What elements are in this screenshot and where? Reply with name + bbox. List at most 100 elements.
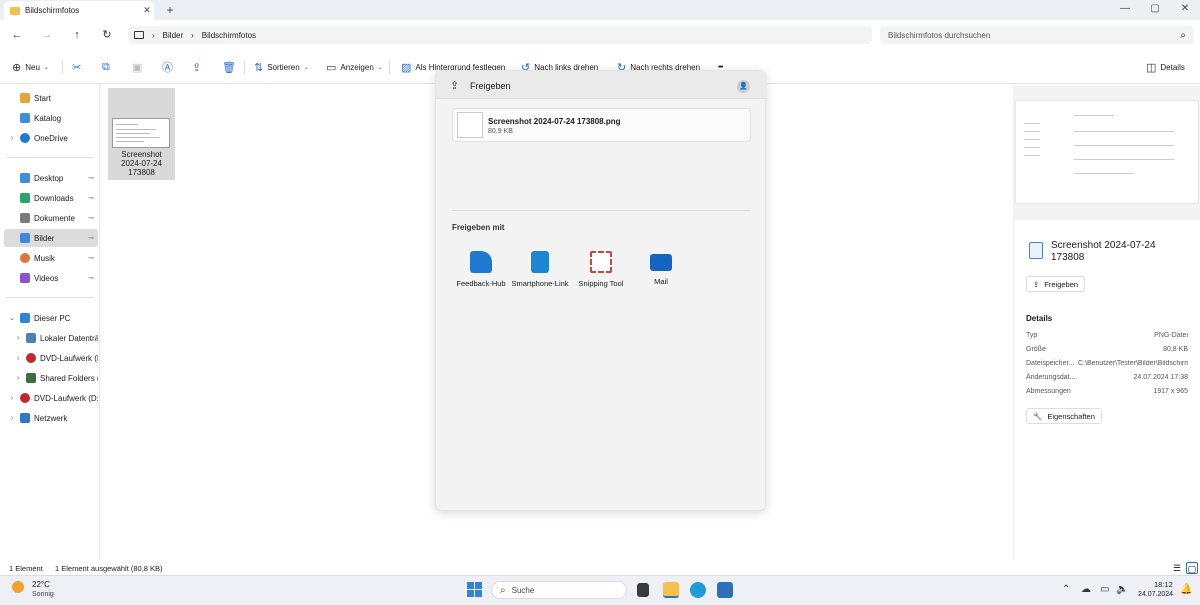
sidebar-item-netzwerk[interactable]: › Netzwerk — [4, 409, 98, 427]
share-app-feedback-hub[interactable]: Feedback-Hub — [451, 251, 511, 288]
sidebar-item-bilder[interactable]: Bilder ⊸ — [4, 229, 98, 247]
sidebar-item-musik[interactable]: Musik ⊸ — [4, 249, 98, 267]
weather-condition[interactable]: Sonnig — [32, 591, 54, 598]
forward-button[interactable]: → — [37, 27, 57, 43]
sidebar-item-dokumente[interactable]: Dokumente ⊸ — [4, 209, 98, 227]
sidebar-item-dieser-pc[interactable]: ⌄ Dieser PC — [4, 309, 98, 327]
rename-button[interactable]: Ⓐ — [162, 58, 173, 76]
details-share-button[interactable]: ⇪ Freigeben — [1026, 276, 1086, 292]
clock-time[interactable]: 18:12 — [1154, 580, 1173, 589]
list-view-icon[interactable]: ☰ — [1171, 562, 1183, 574]
share-icon: ⇪ — [450, 80, 460, 92]
breadcrumb-bildschirmfotos[interactable]: Bildschirmfotos — [202, 31, 256, 40]
share-button[interactable]: ⇪ — [192, 58, 201, 76]
sidebar-item-videos[interactable]: Videos ⊸ — [4, 269, 98, 287]
sidebar-item-dvd-laufwerk[interactable]: › DVD-Laufwerk (D:) — [10, 349, 98, 367]
app-label: Smartphone-Link — [511, 279, 569, 288]
close-window-button[interactable]: ✕ — [1170, 0, 1200, 20]
tiles-view-icon[interactable]: ▢ — [1186, 562, 1198, 574]
monitor-icon — [134, 31, 144, 39]
sun-icon[interactable] — [12, 581, 24, 593]
details-toggle-button[interactable]: ◫ Details — [1146, 58, 1185, 76]
pin-icon: ⊸ — [88, 235, 94, 242]
breadcrumb-sep: › — [191, 30, 194, 40]
share-icon: ⇪ — [192, 61, 202, 74]
sidebar-item-katalog[interactable]: Katalog — [4, 109, 98, 127]
desktop-icon — [20, 173, 30, 183]
sort-button[interactable]: ⇅ Sortieren ⌄ — [254, 58, 309, 76]
chevron-right-icon[interactable]: › — [8, 415, 16, 422]
share-app-mail[interactable]: Mail — [631, 251, 691, 286]
refresh-button[interactable]: ↻ — [97, 27, 117, 43]
scissors-icon: ✂ — [72, 61, 82, 74]
wrench-icon: 🔧 — [1033, 411, 1043, 421]
share-title: Freigeben — [470, 81, 511, 91]
share-app-smartphone-link[interactable]: Smartphone-Link — [510, 251, 570, 288]
sidebar-item-desktop[interactable]: Desktop ⊸ — [4, 169, 98, 187]
maximize-button[interactable]: ▢ — [1140, 0, 1170, 20]
sidebar-item-onedrive[interactable]: › OneDrive — [4, 129, 98, 147]
share-app-snipping-tool[interactable]: Snipping Tool — [571, 251, 631, 288]
folder-icon — [10, 6, 20, 15]
tab-bildschirmfotos[interactable]: Bildschirmfotos ✕ — [4, 1, 154, 20]
new-tab-button[interactable]: + — [162, 2, 178, 18]
pin-icon: ⊸ — [88, 215, 94, 222]
pin-icon: ⊸ — [88, 175, 94, 182]
wallpaper-icon: ▨ — [401, 61, 412, 74]
taskbar-search[interactable]: ⌕ Suche — [491, 581, 627, 599]
paste-icon: ▣ — [132, 61, 143, 74]
new-button[interactable]: ⊕ Neu ⌄ — [12, 58, 49, 76]
task-view-icon[interactable] — [637, 583, 649, 597]
volume-icon[interactable]: 🔈 — [1116, 584, 1128, 595]
minimize-button[interactable]: — — [1110, 0, 1140, 20]
breadcrumb-bilder[interactable]: Bilder — [163, 31, 183, 40]
chevron-right-icon[interactable]: › — [14, 335, 22, 342]
search-input[interactable]: Bildschirmfotos durchsuchen ⌕ — [880, 26, 1194, 44]
download-icon — [20, 193, 30, 203]
copy-button[interactable]: ⧉ — [102, 58, 110, 76]
chevron-right-icon[interactable]: › — [8, 395, 16, 402]
chevron-right-icon[interactable]: › — [14, 375, 22, 382]
up-button[interactable]: ↑ — [67, 27, 87, 43]
chevron-up-icon[interactable]: ⌃ — [1062, 584, 1070, 595]
sidebar-item-shared-folders[interactable]: › Shared Folders (\\vmware-host) (Z:) — [10, 369, 98, 387]
paste-button[interactable]: ▣ — [132, 58, 142, 76]
sidebar-item-dvd-laufwerk-2[interactable]: › DVD-Laufwerk (D:) — [4, 389, 98, 407]
trash-icon: 🗑 — [222, 61, 236, 74]
sidebar-item-start[interactable]: Start — [4, 89, 98, 107]
store-icon[interactable] — [717, 582, 733, 598]
file-explorer-icon[interactable] — [663, 582, 679, 598]
sidebar-item-downloads[interactable]: Downloads ⊸ — [4, 189, 98, 207]
file-thumbnail — [112, 118, 170, 148]
properties-button[interactable]: 🔧 Eigenschaften — [1026, 408, 1102, 424]
chevron-right-icon[interactable]: › — [8, 135, 16, 142]
chevron-down-icon[interactable]: ⌄ — [8, 314, 16, 322]
file-name: Screenshot 2024-07-24 173808 — [121, 150, 162, 177]
pin-icon: ⊸ — [88, 275, 94, 282]
share-file-card: Screenshot 2024-07-24 173808.png 80.9 KB — [452, 108, 751, 142]
divider — [244, 60, 245, 74]
notification-bell-icon[interactable]: 🔔 — [1180, 584, 1192, 595]
start-button[interactable] — [467, 582, 482, 597]
clock-date[interactable]: 24.07.2024 — [1138, 591, 1173, 598]
weather-temperature[interactable]: 22°C — [32, 580, 50, 589]
delete-button[interactable]: 🗑 — [222, 58, 236, 76]
computer-icon — [20, 313, 30, 323]
details-file-title: Screenshot 2024-07-24 173808 — [1051, 240, 1156, 263]
music-icon — [20, 253, 30, 263]
divider — [62, 60, 63, 74]
close-tab-icon[interactable]: ✕ — [140, 5, 154, 16]
back-button[interactable]: ← — [7, 27, 27, 43]
divider — [6, 297, 94, 298]
edge-icon[interactable] — [690, 582, 706, 598]
gallery-icon — [20, 113, 30, 123]
cloud-sync-icon[interactable]: ☁ — [1081, 584, 1091, 595]
network-icon[interactable]: ▭ — [1100, 584, 1109, 595]
sidebar-item-lokaler-datentraeger[interactable]: › Lokaler Datenträger (C:) — [10, 329, 98, 347]
breadcrumb-sep: › — [152, 30, 155, 40]
cut-button[interactable]: ✂ — [72, 58, 81, 76]
address-bar[interactable]: › Bilder › Bildschirmfotos — [128, 26, 872, 44]
chevron-right-icon[interactable]: › — [14, 355, 22, 362]
view-button[interactable]: ▭ Anzeigen ⌄ — [326, 58, 383, 76]
account-avatar[interactable]: 👤 — [737, 80, 750, 93]
